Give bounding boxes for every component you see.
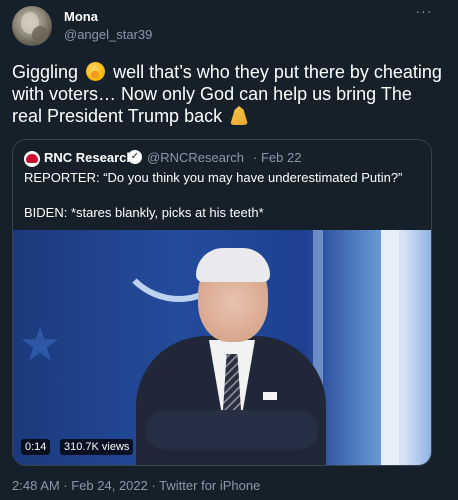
quoted-user-handle[interactable]: @RNCResearch xyxy=(147,150,244,165)
pocket-square xyxy=(263,392,277,400)
user-handle[interactable]: @angel_star39 xyxy=(64,27,152,42)
tweet: Mona @angel_star39 ··· Giggling well tha… xyxy=(0,0,458,500)
tweet-timestamp[interactable]: 2:48 AM · Feb 24, 2022 · Twitter for iPh… xyxy=(12,478,260,493)
avatar-image-part xyxy=(32,26,48,44)
separator-dot: · xyxy=(253,150,258,165)
quoted-user-name[interactable]: RNC Research xyxy=(44,150,134,165)
quoted-text-line: BIDEN: *stares blankly, picks at his tee… xyxy=(24,205,264,220)
folded-hands-emoji-icon xyxy=(230,106,249,125)
avatar[interactable] xyxy=(12,6,52,46)
person-hair xyxy=(196,248,270,282)
quoted-tweet[interactable]: RNC Research ✓ @RNCResearch · Feb 22 REP… xyxy=(12,139,432,466)
tweet-text: Giggling well that’s who they put there … xyxy=(12,61,442,127)
more-options-icon[interactable]: ··· xyxy=(414,4,434,20)
verified-badge-icon: ✓ xyxy=(128,150,142,164)
video-duration: 0:14 xyxy=(21,439,51,455)
tweet-text-part1: Giggling xyxy=(12,62,79,82)
rnc-logo-icon[interactable] xyxy=(24,151,40,167)
user-name[interactable]: Mona xyxy=(64,9,98,24)
quoted-date[interactable]: Feb 22 xyxy=(261,150,301,165)
video-decor xyxy=(381,230,399,465)
video-player[interactable]: 0:14 310.7K views xyxy=(13,230,431,465)
hand-over-mouth-emoji-icon xyxy=(86,62,106,81)
person-arms xyxy=(146,410,318,450)
video-views: 310.7K views xyxy=(60,439,134,455)
quoted-text-line: REPORTER: “Do you think you may have und… xyxy=(24,170,403,185)
